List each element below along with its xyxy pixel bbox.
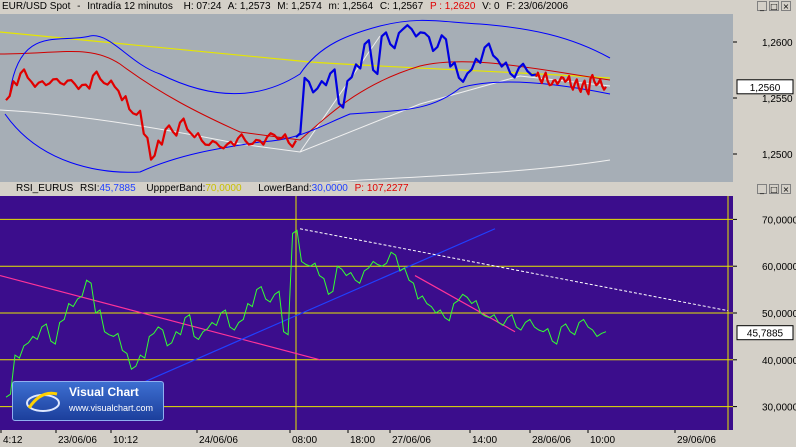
time-tick-label: 23/06/06 [58, 435, 97, 446]
rsi-value: 45,7885 [99, 183, 136, 194]
rsi-last-value-label: 45,7885 [747, 329, 784, 340]
volume-value: V: 0 [482, 1, 500, 12]
rsi-p-value: P: 107,2277 [354, 183, 409, 194]
max-value: M: 1,2574 [277, 1, 322, 12]
price-tick-label: 1,2550 [762, 94, 793, 105]
price-minimize-button[interactable]: _ [757, 1, 767, 11]
rsi-minimize-button[interactable]: _ [757, 184, 767, 194]
price-pane-header: EUR/USD Spot - Intradía 12 minutos H: 07… [0, 0, 796, 14]
time-tick-label: 24/06/06 [199, 435, 238, 446]
lower-band-label: LowerBand: [258, 183, 312, 194]
price-last-value-label: 1,2560 [750, 83, 781, 94]
p-value: P : 1,2620 [429, 1, 476, 12]
time-tick-label: 28/06/06 [532, 435, 571, 446]
min-value: m: 1,2564 [328, 1, 374, 12]
visual-chart-logo: Visual Chart www.visualchart.com [12, 381, 164, 421]
rsi-label: RSI: [80, 183, 100, 194]
price-maximize-button[interactable]: □ [769, 1, 779, 11]
date-value: F: 23/06/2006 [506, 1, 569, 12]
time-tick-label: 10:00 [590, 435, 615, 446]
lower-band-value: 30,0000 [311, 183, 348, 194]
rsi-tick-label: 70,0000 [762, 215, 796, 226]
rsi-tick-label: 60,0000 [762, 262, 796, 273]
rsi-name: RSI_EURUS [16, 183, 74, 194]
upper-band-value: 70,0000 [205, 183, 242, 194]
rsi-tick-label: 50,0000 [762, 309, 796, 320]
rsi-tick-label: 30,0000 [762, 403, 796, 414]
interval-label: Intradía 12 minutos [87, 1, 173, 12]
time-tick-label: 4:12 [3, 435, 23, 446]
price-close-button[interactable]: × [781, 1, 791, 11]
rsi-tick-label: 40,0000 [762, 356, 796, 367]
rsi-close-button[interactable]: × [781, 184, 791, 194]
time-axis: 4:12 23/06/06 10:12 24/06/06 08:00 18:00 27/06… [0, 430, 796, 447]
time-tick-label: 08:00 [292, 435, 317, 446]
time-tick-label: 14:00 [472, 435, 497, 446]
logo-mark-icon [26, 391, 60, 412]
price-plot-area [0, 14, 733, 182]
price-tick-label: 1,2600 [762, 38, 793, 49]
open-value: A: 1,2573 [227, 1, 271, 12]
price-tick-label: 1,2500 [762, 150, 793, 161]
time-tick-label: 10:12 [113, 435, 138, 446]
symbol-label: EUR/USD Spot [2, 1, 71, 12]
high-time: H: 07:24 [183, 1, 222, 12]
close-value: C: 1,2567 [379, 1, 424, 12]
logo-url: www.visualchart.com [69, 403, 154, 413]
time-tick-label: 29/06/06 [677, 435, 716, 446]
rsi-maximize-button[interactable]: □ [769, 184, 779, 194]
logo-title: Visual Chart [69, 385, 139, 399]
time-tick-label: 27/06/06 [392, 435, 431, 446]
price-chart[interactable]: 1,2600 1,2550 1,2500 1,2560 [0, 14, 796, 182]
time-tick-label: 18:00 [350, 435, 375, 446]
rsi-pane-header: RSI_EURUS RSI:45,7885 UppperBand:70,0000… [0, 182, 796, 196]
upper-band-label: UppperBand: [146, 183, 206, 194]
